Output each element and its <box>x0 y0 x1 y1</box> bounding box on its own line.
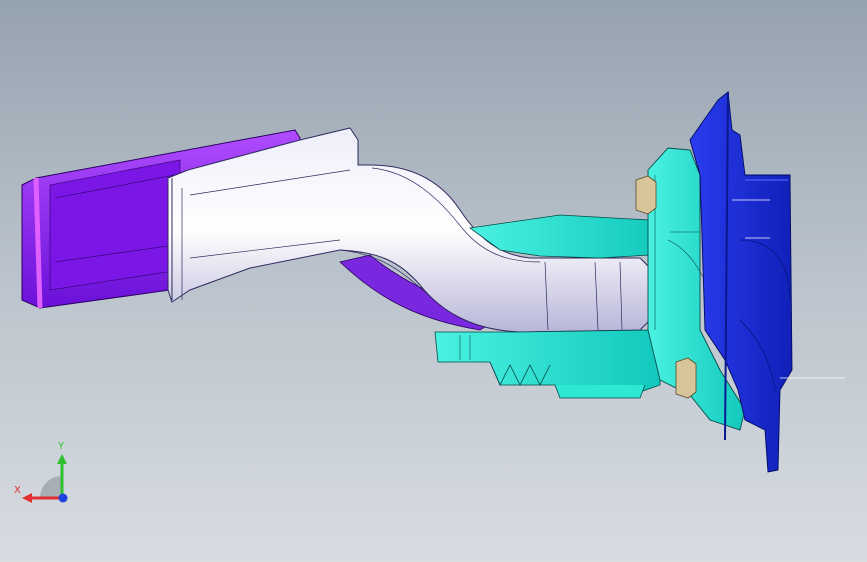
x-axis-arrowhead <box>22 493 32 503</box>
triad-plane-shade <box>40 476 62 498</box>
triad-graphic <box>22 454 68 503</box>
pedal-assembly-model[interactable] <box>0 0 867 562</box>
cad-graphics-viewport[interactable]: Y X <box>0 0 867 562</box>
x-axis-label: X <box>14 485 21 496</box>
y-axis-label: Y <box>58 441 65 452</box>
y-axis-arrowhead <box>57 454 67 464</box>
coordinate-triad: Y X <box>10 440 80 510</box>
z-axis-dot <box>58 493 68 503</box>
